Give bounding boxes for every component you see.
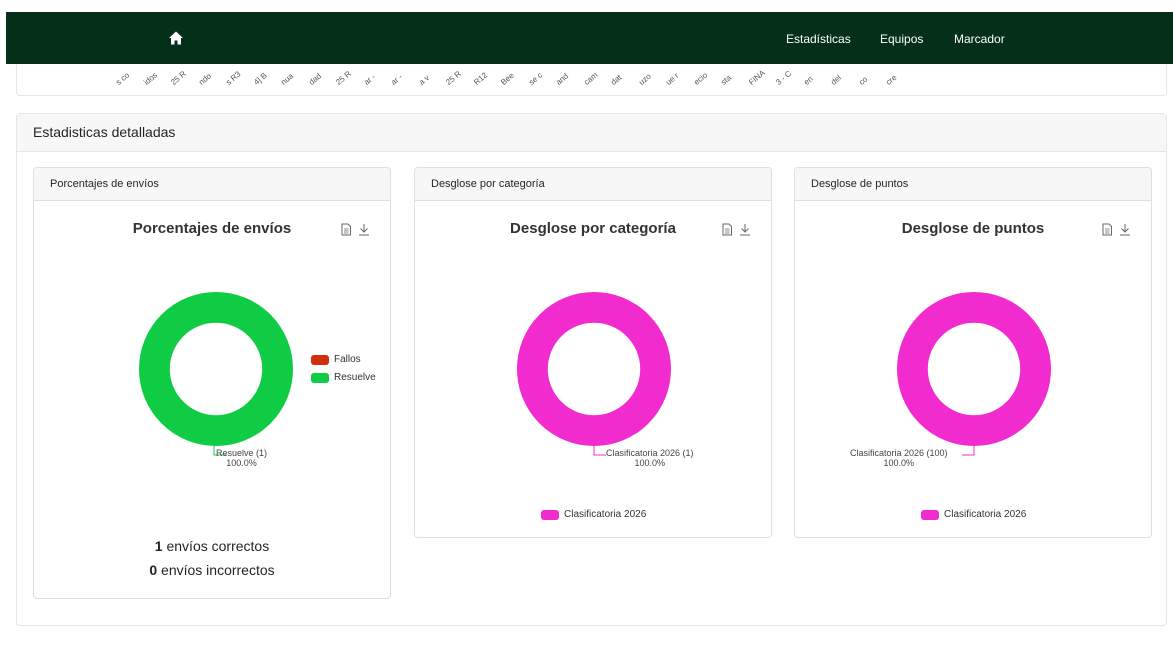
top-chart-tick-label: ndo <box>196 71 213 87</box>
top-chart-tick-label: dad <box>306 71 323 87</box>
data-label: Resuelve (1) 100.0% <box>216 448 267 468</box>
top-chart-tick-label: 25 R <box>444 69 463 87</box>
top-chart-tick-label: del <box>829 73 844 87</box>
top-chart-tick-label: se c <box>526 70 544 87</box>
top-chart-tick-label: nua <box>279 71 296 87</box>
nav-link-marcador[interactable]: Marcador <box>954 32 1005 46</box>
incorrect-count: 0 <box>149 562 158 578</box>
donut-slice-clasificatoria-2026[interactable] <box>517 291 671 446</box>
top-chart-tick-label: ue r <box>664 71 681 87</box>
correct-count: 1 <box>154 538 163 554</box>
top-chart-tick-label: idos <box>141 70 159 87</box>
panel-points-breakdown: Desglose de puntos Desglose de puntos Cl… <box>794 167 1152 538</box>
donut-slice-clasificatoria-2026[interactable] <box>897 291 1051 446</box>
donut-chart-submissions <box>139 291 293 456</box>
data-label: Clasificatoria 2026 (1) 100.0% <box>606 448 694 468</box>
data-label-name: Clasificatoria 2026 (100) <box>850 448 948 458</box>
top-chart-tick-labels: s co idos 25 R ndo s R3 4] B nua dad 25 R ar - ar … <box>17 65 1166 95</box>
legend-swatch <box>921 509 939 520</box>
top-chart-tick-label: cre <box>884 72 899 87</box>
legend-label: Clasificatoria 2026 <box>564 509 647 520</box>
nav-link-equipos[interactable]: Equipos <box>880 32 923 46</box>
panel-submission-percentages: Porcentajes de envíos Porcentajes de env… <box>33 167 391 599</box>
top-chart-tick-label: co <box>856 74 869 87</box>
correct-submissions: 1 envíos correctos <box>34 538 390 554</box>
legend-swatch <box>541 509 559 520</box>
data-label-pct: 100.0% <box>634 458 666 468</box>
top-chart-tick-label: FINA <box>746 68 767 87</box>
data-label-connector <box>962 446 975 456</box>
top-chart-tick-label: 3 - C <box>774 68 794 87</box>
panel-category-breakdown: Desglose por categoría Desglose por cate… <box>414 167 772 538</box>
top-navbar: Estadísticas Equipos Marcador <box>6 12 1173 64</box>
legend-swatch <box>311 372 329 383</box>
legend-item-resuelve[interactable]: Resuelve <box>311 372 376 383</box>
top-chart-tick-label: ar - <box>389 72 405 87</box>
incorrect-submissions: 0 envíos incorrectos <box>34 562 390 578</box>
top-chart-tick-label: 25 R <box>169 69 188 87</box>
data-label-name: Resuelve (1) <box>216 448 268 458</box>
donut-chart-category <box>517 291 671 456</box>
top-chart-tick-label: ecio <box>691 70 709 87</box>
legend-item-clasificatoria[interactable]: Clasificatoria 2026 <box>541 509 646 520</box>
home-icon[interactable] <box>168 30 184 46</box>
legend-label: Clasificatoria 2026 <box>944 509 1027 520</box>
top-chart-tick-label: s co <box>114 70 132 87</box>
nav-link-estadisticas[interactable]: Estadísticas <box>786 32 851 46</box>
top-chart-tick-label: R12 <box>471 70 489 87</box>
donut-chart-points <box>897 291 1051 456</box>
top-chart-tick-label: and <box>554 71 571 87</box>
legend-label: Resuelve <box>334 372 376 383</box>
legend-swatch <box>311 354 329 365</box>
donut-slice-resuelve[interactable] <box>139 291 293 446</box>
top-chart-tick-label: en <box>801 74 815 87</box>
legend-item-fallos[interactable]: Fallos <box>311 354 361 365</box>
data-label-name: Clasificatoria 2026 (1) <box>606 448 694 458</box>
data-label-pct: 100.0% <box>883 458 915 468</box>
legend-label: Fallos <box>334 354 361 365</box>
top-chart-tick-label: ar - <box>361 72 377 87</box>
legend-item-clasificatoria[interactable]: Clasificatoria 2026 <box>921 509 1026 520</box>
top-chart-tick-label: uzo <box>636 71 653 87</box>
top-chart-tick-label: s R3 <box>224 69 243 87</box>
data-label-connector <box>593 446 606 456</box>
top-chart-tick-label: dat <box>609 72 624 87</box>
top-chart-tick-label: sta <box>719 73 734 87</box>
top-chart-tick-label: a v <box>416 73 431 87</box>
top-chart-tick-label: Bee <box>499 70 516 87</box>
data-label-pct: 100.0% <box>226 458 257 468</box>
incorrect-text: envíos incorrectos <box>157 562 275 578</box>
detailed-stats-card: Estadisticas detalladas Porcentajes de e… <box>16 113 1167 626</box>
data-label: Clasificatoria 2026 (100) 100.0% <box>850 448 948 468</box>
top-chart-tick-label: 4] B <box>251 70 269 87</box>
top-chart-tick-label: cam <box>581 70 599 87</box>
detailed-stats-title: Estadisticas detalladas <box>17 114 1166 152</box>
top-chart-tick-label: 25 R <box>334 69 353 87</box>
correct-text: envíos correctos <box>162 538 270 554</box>
